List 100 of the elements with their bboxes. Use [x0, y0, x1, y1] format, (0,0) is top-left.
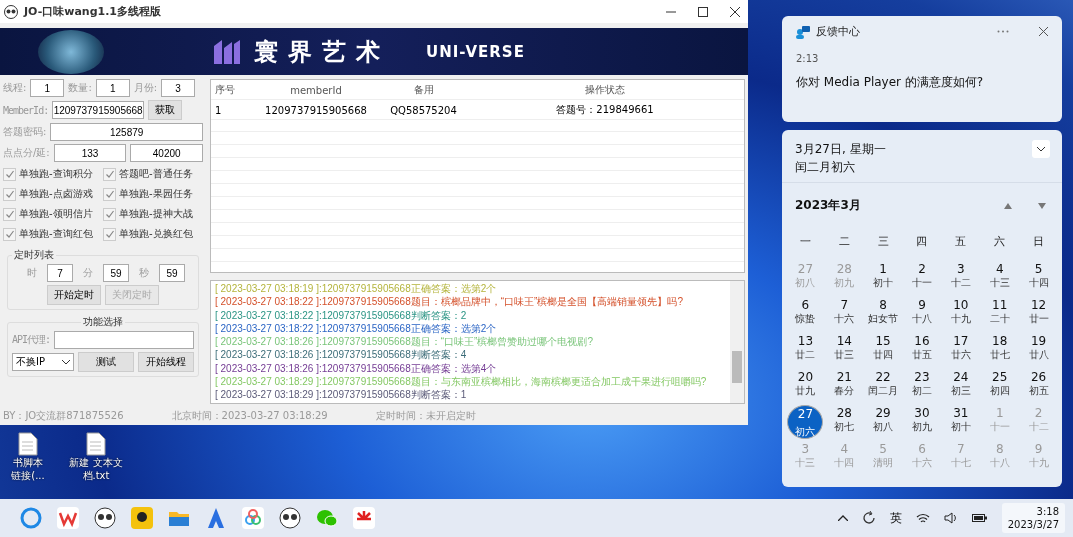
- calendar-day[interactable]: 26 初五: [1020, 369, 1057, 403]
- calendar-day[interactable]: 27 初六: [787, 405, 824, 439]
- checkbox-label[interactable]: 单独跑-查询积分: [19, 167, 93, 181]
- calendar-day[interactable]: 28 初七: [826, 405, 863, 439]
- checkbox[interactable]: [3, 187, 16, 201]
- action-button[interactable]: 开始线程: [138, 352, 194, 372]
- weekday-label: 三: [876, 234, 890, 249]
- checkbox-label[interactable]: 单独跑-领明信片: [19, 207, 93, 221]
- calendar-day[interactable]: 29 初八: [865, 405, 902, 439]
- calendar-day[interactable]: 19 廿八: [1020, 333, 1057, 367]
- calendar-day[interactable]: 1 初十: [865, 261, 902, 295]
- table-cell-text: 1: [214, 104, 223, 116]
- column-header: memberId: [289, 84, 343, 96]
- file-label[interactable]: 新建 文本文 档.txt: [69, 456, 123, 482]
- checkbox[interactable]: [103, 207, 116, 221]
- clock[interactable]: 3:18 2023/3/27: [1001, 503, 1065, 533]
- up-arrow-icon[interactable]: [1004, 202, 1012, 209]
- calendar-day[interactable]: 6 惊蛰: [787, 297, 824, 331]
- calendar-day[interactable]: 11 二十: [981, 297, 1018, 331]
- chat-bubble-icon[interactable]: [131, 507, 153, 529]
- checkbox-label[interactable]: 答题吧-普通任务: [119, 167, 193, 181]
- input-field[interactable]: 1: [30, 79, 65, 97]
- chevron-up-icon[interactable]: [837, 515, 848, 521]
- calendar-day[interactable]: 8 妇女节: [865, 297, 902, 331]
- input-field[interactable]: 133: [53, 144, 127, 162]
- calendar-day[interactable]: 5 十四: [1020, 261, 1057, 295]
- calendar-day[interactable]: 18 廿七: [981, 333, 1018, 367]
- checkbox[interactable]: [3, 207, 16, 221]
- field-label: 分: [83, 266, 93, 280]
- input-field[interactable]: 1: [95, 79, 130, 97]
- file-label[interactable]: 书脚本 链接(...: [11, 456, 45, 482]
- calendar-day[interactable]: 22 闰二月: [865, 369, 902, 403]
- checkbox-label[interactable]: 单独跑-果园任务: [119, 187, 193, 201]
- checkbox[interactable]: [3, 167, 16, 181]
- fetch-button[interactable]: 获取: [148, 100, 183, 120]
- log-line: [ 2023-03-27 03:18:22 ]:1209737915905668正确答案：选第2个: [215, 321, 498, 336]
- calendar-day[interactable]: 10 十九: [942, 297, 979, 331]
- feedback-icon: [796, 24, 810, 39]
- calendar-day[interactable]: 31 初十: [942, 405, 979, 439]
- close-icon[interactable]: [1039, 27, 1048, 36]
- down-arrow-icon[interactable]: [1038, 202, 1046, 209]
- sync-icon[interactable]: [861, 511, 876, 525]
- calendar-day[interactable]: 16 廿五: [904, 333, 940, 367]
- calendar-day[interactable]: 25 初四: [981, 369, 1018, 403]
- calendar-day[interactable]: 4 十三: [981, 261, 1018, 295]
- dropdown[interactable]: 不换IP: [12, 353, 74, 371]
- calendar-day[interactable]: 7 十六: [826, 297, 863, 331]
- maximize-icon[interactable]: [698, 6, 708, 17]
- input-field[interactable]: 40200: [130, 144, 203, 162]
- input-field[interactable]: [54, 331, 194, 349]
- wifi-icon[interactable]: [915, 512, 930, 524]
- calendar-day[interactable]: 21 春分: [826, 369, 863, 403]
- column-header: 备用: [412, 83, 435, 97]
- calendar-day[interactable]: 20 廿九: [787, 369, 824, 403]
- calendar-day[interactable]: 14 廿三: [826, 333, 863, 367]
- volume-icon[interactable]: [943, 512, 958, 524]
- calendar-day[interactable]: 24 初三: [942, 369, 979, 403]
- input-field[interactable]: 1209737915905668: [52, 101, 145, 119]
- calendar-day[interactable]: 13 廿二: [787, 333, 824, 367]
- file-icon[interactable]: [18, 432, 38, 456]
- calendar-day[interactable]: 3 十二: [942, 261, 979, 295]
- battery-icon[interactable]: [971, 513, 988, 523]
- file-icon[interactable]: [86, 432, 106, 456]
- checkbox[interactable]: [3, 227, 16, 241]
- table-cell-text: 1209737915905668: [264, 104, 368, 116]
- input-field[interactable]: 59: [103, 264, 129, 282]
- checkbox[interactable]: [103, 167, 116, 181]
- app-name: 反馈中心: [816, 24, 860, 39]
- collapse-button[interactable]: [1032, 140, 1050, 158]
- timer-button[interactable]: 开始定时: [47, 285, 101, 305]
- input-field[interactable]: 59: [159, 264, 185, 282]
- checkbox-label[interactable]: 单独跑-兑换红包: [119, 227, 193, 241]
- weekday-label: 四: [915, 234, 929, 249]
- wechat-icon[interactable]: [316, 507, 338, 529]
- close-icon[interactable]: [730, 6, 740, 17]
- checkbox-label[interactable]: 单独跑-点卤游戏: [19, 187, 93, 201]
- panda-icon[interactable]: [94, 507, 116, 529]
- scrollbar[interactable]: [730, 281, 744, 403]
- field-label: API代理:: [12, 333, 51, 347]
- panda-icon[interactable]: [279, 507, 301, 529]
- wps-icon[interactable]: [57, 507, 79, 529]
- checkbox-label[interactable]: 单独跑-查询红包: [19, 227, 93, 241]
- action-button[interactable]: 测试: [78, 352, 134, 372]
- calendar-day[interactable]: 23 初二: [904, 369, 940, 403]
- calendar-day[interactable]: 2 十一: [904, 261, 940, 295]
- browser-icon[interactable]: [20, 507, 42, 529]
- checkbox[interactable]: [103, 227, 116, 241]
- calendar-day[interactable]: 30 初九: [904, 405, 940, 439]
- calendar-day[interactable]: 15 廿四: [865, 333, 902, 367]
- calendar-day[interactable]: 9 十八: [904, 297, 940, 331]
- calendar-day[interactable]: 17 廿六: [942, 333, 979, 367]
- input-field[interactable]: 125879: [50, 123, 203, 141]
- input-field[interactable]: 3: [161, 79, 196, 97]
- calendar-day[interactable]: 12 廿一: [1020, 297, 1057, 331]
- field-label: 点点分/延:: [3, 146, 50, 160]
- input-method-indicator[interactable]: 英: [889, 509, 902, 527]
- checkbox-label[interactable]: 单独跑-提神大战: [119, 207, 193, 221]
- more-icon[interactable]: [997, 30, 1009, 33]
- checkbox[interactable]: [103, 187, 116, 201]
- input-field[interactable]: 7: [47, 264, 73, 282]
